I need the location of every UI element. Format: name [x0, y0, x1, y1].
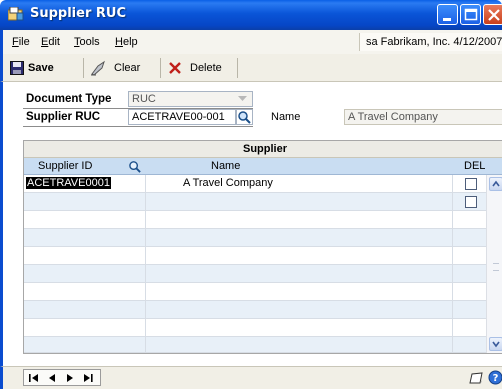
note-icon[interactable] — [468, 370, 485, 386]
name-label: Name — [271, 111, 301, 123]
grid-header: Supplier ID Name DEL — [24, 158, 502, 175]
close-icon — [488, 9, 500, 21]
toolbar-divider — [83, 58, 84, 78]
user-company-date-status: sa Fabrikam, Inc. 4/12/2007 — [359, 33, 502, 51]
supplier-ruc-input[interactable]: ACETRAVE00-001 — [128, 109, 236, 125]
vertical-scrollbar[interactable] — [486, 175, 502, 353]
column-divider — [452, 175, 453, 353]
table-row[interactable] — [24, 247, 486, 265]
clear-label: Clear — [114, 62, 141, 74]
chevron-down-icon — [492, 341, 500, 348]
supplier-ruc-label: Supplier RUC — [26, 111, 101, 123]
menu-tools-label: ools — [79, 36, 100, 48]
minimize-icon — [443, 18, 451, 21]
save-icon — [10, 61, 24, 75]
supplier-ruc-lookup-button[interactable] — [236, 109, 253, 125]
menu-file-accel: F — [12, 36, 19, 48]
delete-x-icon — [169, 62, 181, 74]
table-row[interactable] — [24, 283, 486, 301]
save-button[interactable]: Save — [10, 59, 54, 77]
title-bar: Supplier RUC — [0, 0, 502, 30]
grid-title: Supplier — [24, 141, 502, 158]
minimize-button[interactable] — [437, 4, 458, 25]
menu-help-accel: H — [115, 36, 123, 48]
del-checkbox[interactable] — [465, 178, 477, 190]
save-label: Save — [28, 62, 54, 74]
app-window-icon — [8, 7, 24, 21]
name-field: A Travel Company — [344, 109, 502, 125]
next-record-icon[interactable] — [63, 372, 77, 384]
cell-name: A Travel Company — [183, 177, 273, 189]
delete-label: Delete — [190, 62, 222, 74]
chevron-down-icon — [238, 96, 247, 101]
lookup-magnifier-icon — [238, 111, 251, 124]
name-value: A Travel Company — [348, 111, 438, 123]
column-supplier-id[interactable]: Supplier ID — [38, 160, 92, 172]
table-row[interactable] — [24, 211, 486, 229]
chevron-up-icon — [492, 180, 500, 187]
del-checkbox[interactable] — [465, 196, 477, 208]
scroll-up-button[interactable] — [489, 177, 502, 191]
table-row[interactable]: ACETRAVE0001 A Travel Company — [24, 175, 486, 193]
delete-button[interactable]: Delete — [168, 59, 222, 77]
clear-eraser-icon — [91, 60, 105, 76]
menu-tools[interactable]: Tools — [74, 36, 100, 48]
column-name[interactable]: Name — [211, 160, 240, 172]
document-type-value: RUC — [132, 93, 156, 105]
toolbar-divider — [160, 58, 161, 78]
supplier-grid: Supplier Supplier ID Name DEL ACETRAVE00… — [23, 140, 502, 354]
column-del[interactable]: DEL — [464, 160, 485, 172]
table-row[interactable] — [24, 301, 486, 319]
menu-edit-label: dit — [48, 36, 60, 48]
toolbar: Save Clear Delete — [0, 54, 502, 82]
document-type-dropdown[interactable]: RUC — [128, 91, 253, 107]
document-type-label: Document Type — [26, 93, 112, 105]
menu-bar: File Edit Tools Help sa Fabrikam, Inc. 4… — [0, 30, 502, 54]
column-divider — [145, 175, 146, 353]
menu-help[interactable]: Help — [115, 36, 138, 48]
scroll-down-button[interactable] — [489, 337, 502, 351]
last-record-icon[interactable] — [81, 372, 95, 384]
table-row[interactable] — [24, 193, 486, 211]
menu-help-label: elp — [122, 36, 138, 48]
first-record-icon[interactable] — [27, 372, 41, 384]
column-lookup-icon[interactable] — [128, 160, 142, 173]
maximize-button[interactable] — [460, 4, 481, 25]
toolbar-divider — [237, 58, 238, 78]
record-navigator — [23, 369, 101, 386]
cell-supplier-id[interactable]: ACETRAVE0001 — [26, 177, 111, 189]
clear-button[interactable]: Clear — [90, 59, 140, 77]
table-row[interactable] — [24, 337, 486, 353]
supplier-ruc-value: ACETRAVE00-001 — [132, 111, 225, 123]
scroll-grip — [493, 263, 499, 271]
maximize-icon — [464, 8, 478, 21]
table-row[interactable] — [24, 265, 486, 283]
form-area: Document Type RUC Supplier RUC ACETRAVE0… — [0, 82, 502, 366]
window-title: Supplier RUC — [30, 6, 127, 21]
previous-record-icon[interactable] — [45, 372, 59, 384]
close-button[interactable] — [483, 4, 502, 25]
menu-file[interactable]: File — [12, 36, 30, 48]
divider — [23, 126, 253, 127]
help-icon[interactable]: ? — [488, 370, 502, 385]
table-row[interactable] — [24, 319, 486, 337]
record-navigation-bar: ? — [0, 366, 502, 389]
menu-edit[interactable]: Edit — [41, 36, 60, 48]
svg-text:?: ? — [493, 373, 499, 384]
table-row[interactable] — [24, 229, 486, 247]
menu-file-label: ile — [18, 36, 30, 48]
